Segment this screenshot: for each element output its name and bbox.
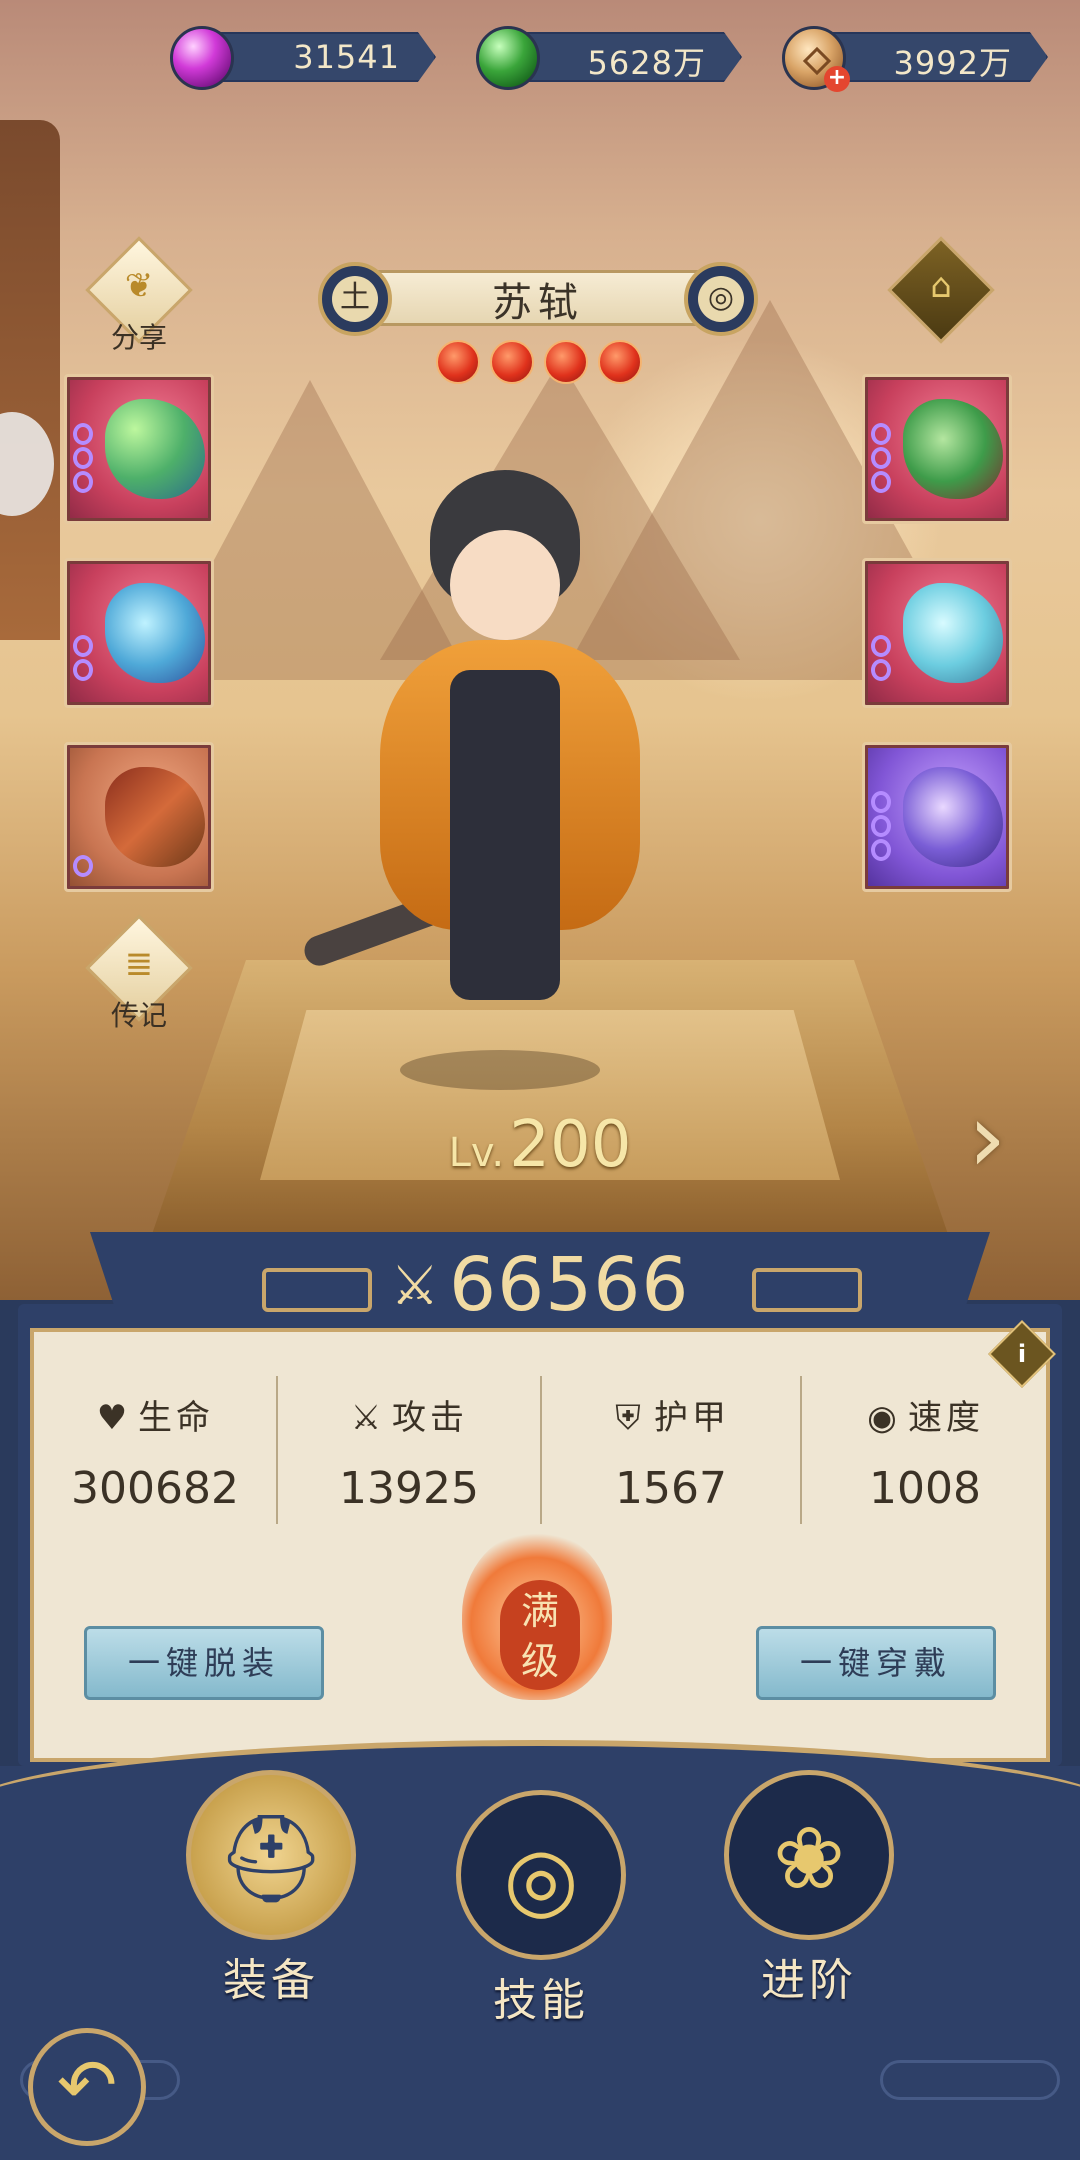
- add-currency-button[interactable]: +: [824, 66, 850, 92]
- scepter-icon: [105, 399, 205, 499]
- back-button[interactable]: ↶: [28, 2028, 146, 2146]
- phoenix-icon: ❀: [772, 1809, 846, 1909]
- scroll-icon: ≣: [124, 944, 154, 984]
- nav-label: 技能: [493, 1975, 589, 2026]
- level-prefix: Lv.: [448, 1130, 505, 1176]
- element-badge-swirl-icon[interactable]: ◎: [684, 262, 758, 336]
- nav-tab-advance[interactable]: ❀ 进阶: [724, 1770, 894, 2008]
- robe-icon: [105, 583, 205, 683]
- equipment-slot-pendant[interactable]: [862, 558, 1012, 708]
- equipment-slot-jade[interactable]: [862, 742, 1012, 892]
- shield-icon: ⛨: [615, 1398, 645, 1438]
- nav-tab-skills[interactable]: ◎ 技能: [456, 1790, 626, 2028]
- hero-nameplate: 苏轼 土 ◎: [318, 262, 758, 336]
- stat-attack: ⚔ 攻击 13925: [284, 1390, 534, 1514]
- currency-copper-coin[interactable]: 3992万 +: [782, 26, 1050, 92]
- equipment-slot-book[interactable]: [64, 742, 214, 892]
- lock-button[interactable]: ⌂: [886, 236, 996, 354]
- share-button[interactable]: ❦ 分享: [84, 236, 194, 354]
- combat-power: ⚔ 66566: [0, 1242, 1080, 1328]
- swirl-icon: ◉: [867, 1398, 901, 1438]
- currency-purple-gem[interactable]: 31541: [170, 26, 438, 90]
- stat-armor: ⛨ 护甲 1567: [546, 1390, 796, 1514]
- max-level-seal: 满级: [500, 1580, 580, 1690]
- skill-icon: ◎: [503, 1829, 579, 1929]
- currency-value: 3992万: [893, 44, 1012, 82]
- sword-icon: ⚔: [390, 1253, 439, 1317]
- equipment-slot-boots[interactable]: [862, 374, 1012, 524]
- equipment-slot-armor[interactable]: [64, 558, 214, 708]
- helmet-icon: ⛑: [216, 1809, 326, 1909]
- lock-icon: ⌂: [930, 266, 952, 306]
- nav-label: 装备: [223, 1955, 319, 2006]
- currency-value: 31541: [293, 38, 400, 76]
- flame-star-icon: [436, 340, 480, 384]
- book-icon: [105, 767, 205, 867]
- hero-character-sprite[interactable]: [300, 470, 700, 1110]
- flame-star-icon: [598, 340, 642, 384]
- level-value: 200: [509, 1108, 632, 1182]
- green-orb-icon: [476, 26, 540, 90]
- back-arrow-icon: ↶: [56, 2043, 118, 2127]
- divider: [276, 1376, 278, 1524]
- stat-value: 1008: [869, 1463, 981, 1514]
- biography-label: 传记: [110, 999, 167, 1032]
- nav-label: 进阶: [761, 1955, 857, 2006]
- heart-icon: ♥: [96, 1398, 132, 1438]
- flame-star-icon: [544, 340, 588, 384]
- equip-all-button[interactable]: 一键穿戴: [756, 1626, 996, 1700]
- combat-power-value: 66566: [449, 1242, 690, 1328]
- flame-star-icon: [490, 340, 534, 384]
- nav-tab-equipment[interactable]: ⛑ 装备: [186, 1770, 356, 2008]
- pendant-icon: [903, 583, 1003, 683]
- currency-value: 5628万: [587, 44, 706, 82]
- hero-level: Lv. 200: [0, 1108, 1080, 1182]
- hero-stars: [436, 340, 642, 384]
- jade-icon: [903, 767, 1003, 867]
- unequip-all-button[interactable]: 一键脱装: [84, 1626, 324, 1700]
- purple-orb-icon: [170, 26, 234, 90]
- stat-hp: ♥ 生命 300682: [30, 1390, 280, 1514]
- share-label: 分享: [110, 321, 167, 354]
- element-badge-earth-icon[interactable]: 土: [318, 262, 392, 336]
- cloud-ornament: [880, 2060, 1060, 2100]
- wings-icon: ❦: [124, 266, 154, 306]
- info-icon: i: [1017, 1340, 1027, 1368]
- biography-button[interactable]: ≣ 传记: [84, 914, 194, 1032]
- stat-value: 300682: [71, 1463, 239, 1514]
- max-level-emblem: 满级: [442, 1500, 632, 1730]
- equipment-slot-weapon[interactable]: [64, 374, 214, 524]
- cliff: [0, 120, 60, 640]
- currency-green-gem[interactable]: 5628万: [476, 26, 744, 90]
- boots-icon: [903, 399, 1003, 499]
- stat-speed: ◉ 速度 1008: [800, 1390, 1050, 1514]
- swords-icon: ⚔: [350, 1398, 386, 1438]
